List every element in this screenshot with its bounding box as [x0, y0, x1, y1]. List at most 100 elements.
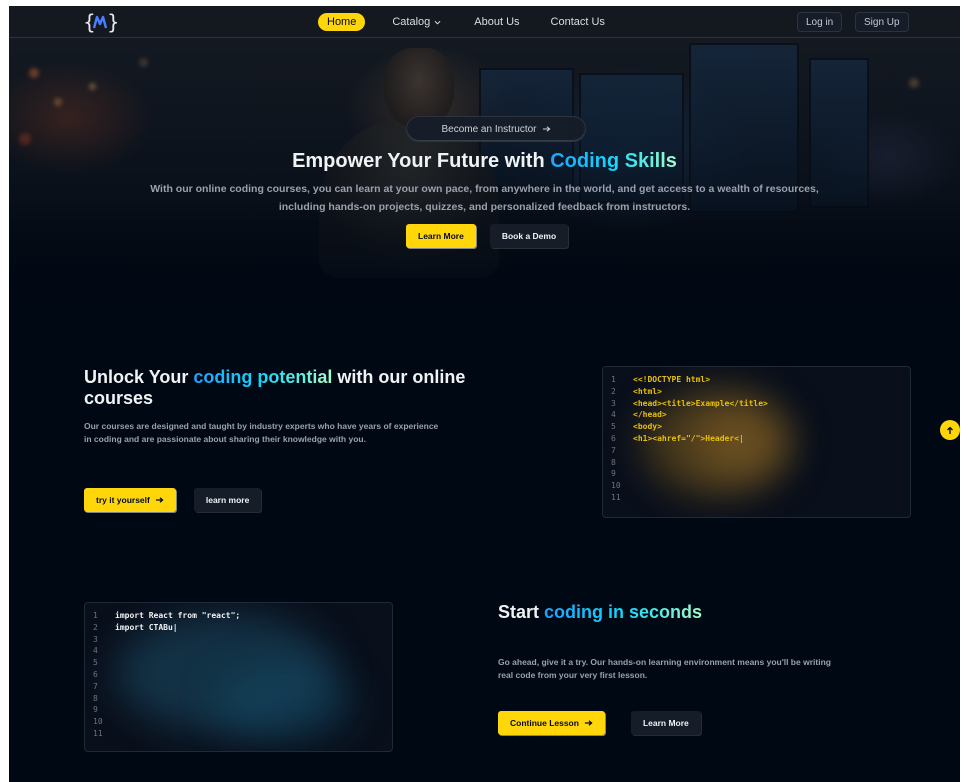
hero-title-prefix: Empower Your Future with: [292, 150, 551, 172]
code-text: <head><title>Example</title>: [633, 398, 768, 408]
scroll-to-top-button[interactable]: [940, 420, 960, 440]
code-line: 5: [93, 657, 240, 669]
code-lines: 1 <<!DOCTYPE html> 2 <html> 3 <head><title>Ex…: [611, 374, 768, 504]
become-instructor-label: Become an Instructor: [441, 123, 537, 135]
section1-buttons: try it yourself learn more: [84, 488, 262, 512]
code-text: import CTABu|: [115, 622, 178, 632]
line-number: 10: [93, 717, 103, 727]
line-number: 1: [611, 375, 616, 384]
hero-section: Become an Instructor Empower Your Future…: [9, 38, 960, 348]
section1-description: Our courses are designed and taught by i…: [84, 421, 439, 444]
code-line: 9: [611, 468, 768, 480]
section2-title-prefix: Start: [498, 602, 545, 622]
hero-subtitle: With our online coding courses, you can …: [150, 183, 819, 213]
code-line: 8: [611, 457, 768, 469]
chevron-down-icon: [434, 20, 441, 25]
code-line: 9: [93, 704, 240, 716]
code-line: 1 import React from "react";: [93, 610, 240, 622]
line-number: 4: [611, 410, 616, 420]
navbar: { } Home Catalog About Us Contact Us Log…: [9, 6, 960, 38]
code-line: 4: [93, 645, 240, 657]
svg-text:}: }: [107, 10, 117, 34]
code-text: <<!DOCTYPE html>: [633, 375, 711, 384]
code-editor-html: 1 <<!DOCTYPE html> 2 <html> 3 <head><title>Ex…: [602, 366, 911, 518]
line-number: 1: [93, 611, 98, 620]
section1-title: Unlock Your coding potential with our on…: [84, 367, 504, 409]
nav-link-home[interactable]: Home: [318, 13, 366, 31]
code-text: </head>: [633, 410, 667, 420]
section1-title-highlight: coding potential: [193, 367, 333, 387]
line-number: 2: [93, 622, 98, 632]
code-line: 6: [93, 669, 240, 681]
code-line: 10: [611, 480, 768, 492]
code-text: import React from "react";: [115, 611, 241, 620]
code-line: 1 <<!DOCTYPE html>: [611, 374, 768, 386]
line-number: 9: [93, 705, 98, 715]
section2-description: Go ahead, give it a try. Our hands-on le…: [498, 657, 831, 680]
nav-link-contact[interactable]: Contact Us: [551, 13, 605, 31]
line-number: 6: [93, 669, 98, 679]
nav-link-catalog[interactable]: Catalog: [392, 13, 441, 31]
code-line: 8: [93, 693, 240, 705]
line-number: 11: [93, 728, 103, 738]
nav-link-about[interactable]: About Us: [474, 13, 519, 31]
hero-title-highlight: Coding Skills: [550, 150, 677, 172]
arrow-up-icon: [947, 426, 953, 434]
book-demo-button[interactable]: Book a Demo: [489, 224, 569, 248]
hero-buttons: Learn More Book a Demo: [406, 224, 569, 248]
code-text: <body>: [633, 422, 662, 432]
svg-text:{: {: [83, 10, 96, 34]
code-line: 3: [93, 634, 240, 646]
line-number: 2: [611, 386, 616, 396]
line-number: 10: [611, 481, 621, 491]
code-line: 6 <h1><ahref="/">Header<|: [611, 433, 768, 445]
line-number: 7: [611, 445, 616, 455]
section2-title-highlight: coding in seconds: [544, 602, 703, 622]
code-line: 11: [611, 492, 768, 504]
page-frame: { } Home Catalog About Us Contact Us Log…: [9, 6, 960, 782]
code-line: 4 </head>: [611, 409, 768, 421]
code-lines: 1 import React from "react"; 2 import CTABu…: [93, 610, 240, 740]
code-line: 10: [93, 716, 240, 728]
arrow-right-icon: [155, 497, 164, 503]
line-number: 5: [611, 422, 616, 432]
become-instructor-button[interactable]: Become an Instructor: [406, 116, 586, 142]
line-number: 11: [611, 492, 621, 502]
learn-more-button[interactable]: Learn More: [406, 224, 476, 248]
arrow-right-icon: [542, 126, 551, 132]
code-line: 11: [93, 728, 240, 740]
signup-button[interactable]: Sign Up: [855, 12, 909, 32]
line-number: 4: [93, 646, 98, 656]
try-it-yourself-button[interactable]: try it yourself: [84, 488, 176, 512]
code-line: 2 import CTABu|: [93, 622, 240, 634]
line-number: 3: [93, 634, 98, 644]
try-it-yourself-label: try it yourself: [96, 495, 150, 505]
section2-learn-more-button[interactable]: Learn More: [630, 711, 701, 735]
code-line: 5 <body>: [611, 421, 768, 433]
line-number: 8: [93, 693, 98, 703]
section1-learn-more-button[interactable]: learn more: [193, 488, 262, 512]
line-number: 8: [611, 457, 616, 467]
code-line: 7: [611, 445, 768, 457]
code-line: 3 <head><title>Example</title>: [611, 398, 768, 410]
line-number: 7: [93, 681, 98, 691]
nav-links: Home Catalog About Us Contact Us: [318, 13, 605, 31]
line-number: 5: [93, 658, 98, 668]
section2-buttons: Continue Lesson Learn More: [498, 711, 701, 735]
arrow-right-icon: [584, 720, 593, 726]
continue-lesson-button[interactable]: Continue Lesson: [498, 711, 605, 735]
section2-title: Start coding in seconds: [498, 602, 758, 623]
code-line: 7: [93, 681, 240, 693]
code-editor-react: 1 import React from "react"; 2 import CTABu…: [84, 602, 393, 752]
nav-link-catalog-label: Catalog: [392, 16, 431, 28]
line-number: 9: [611, 469, 616, 479]
section1-title-prefix: Unlock Your: [84, 367, 194, 387]
login-button[interactable]: Log in: [797, 12, 843, 32]
continue-lesson-label: Continue Lesson: [510, 718, 579, 728]
logo-icon[interactable]: { }: [83, 10, 117, 34]
hero-title: Empower Your Future with Coding Skills: [9, 150, 960, 173]
code-line: 2 <html>: [611, 386, 768, 398]
line-number: 6: [611, 433, 616, 443]
code-text: <html>: [633, 386, 662, 396]
code-text: <h1><ahref="/">Header<|: [633, 433, 744, 443]
